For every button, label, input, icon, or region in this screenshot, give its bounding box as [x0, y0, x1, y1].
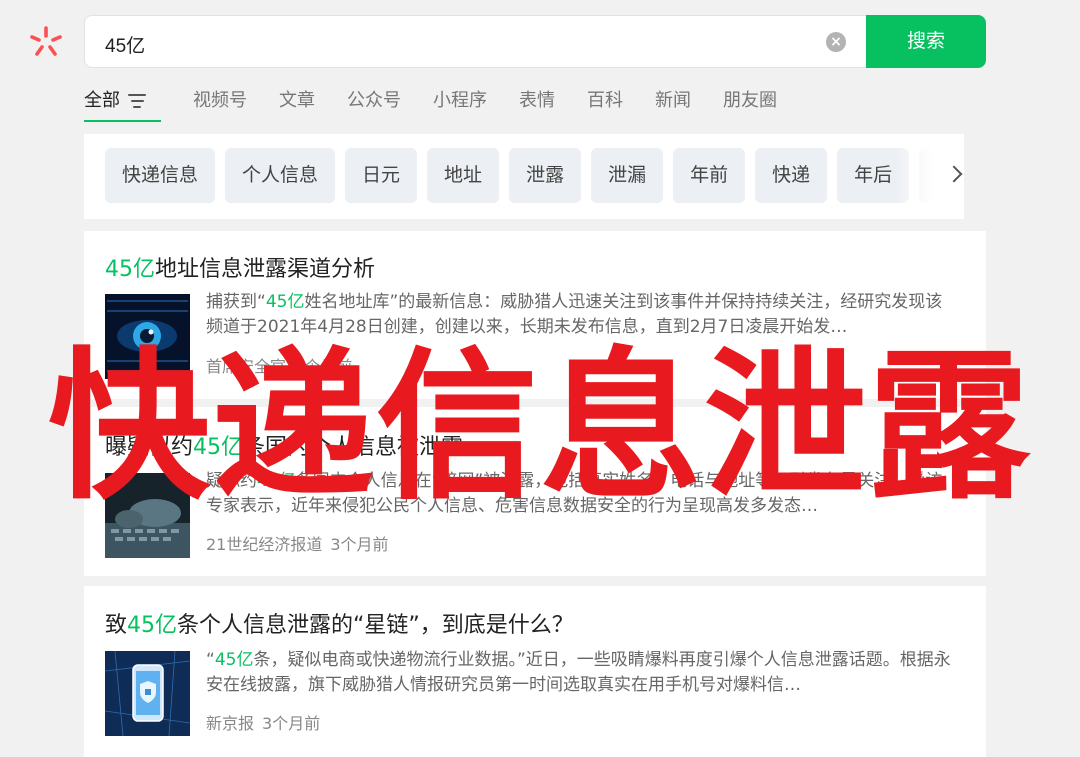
chip[interactable]: 年前: [673, 148, 746, 203]
chip[interactable]: 个人信息: [225, 148, 336, 203]
related-search-chips: 快递信息 个人信息 日元 地址 泄露 泄漏 年前 快递 年后 数: [84, 134, 964, 219]
title-text: 条个人信息泄露的“星链”，到底是什么？: [177, 613, 574, 638]
chip[interactable]: 快递信息: [105, 148, 216, 203]
title-highlight: 45亿: [127, 613, 178, 638]
tab-mini-programs[interactable]: 小程序: [433, 88, 487, 122]
tab-all[interactable]: 全部: [84, 88, 161, 122]
tab-articles[interactable]: 文章: [279, 88, 315, 122]
clear-icon[interactable]: ×: [826, 32, 846, 52]
tab-encyclopedia[interactable]: 百科: [587, 88, 623, 122]
overlay-caption: 快递信息泄露: [48, 334, 1032, 522]
chip[interactable]: 泄露: [509, 148, 582, 203]
snippet-highlight: 45亿: [265, 292, 305, 312]
chip[interactable]: 日元: [345, 148, 418, 203]
result-time: 3个月前: [262, 714, 321, 733]
result-type-tabs: 全部 视频号 文章 公众号 小程序 表情 百科 新闻 朋友圈: [84, 88, 809, 124]
chip[interactable]: 快递: [755, 148, 828, 203]
tab-stickers[interactable]: 表情: [519, 88, 555, 122]
tab-moments[interactable]: 朋友圈: [723, 88, 777, 122]
title-text: 地址信息泄露渠道分析: [155, 257, 376, 282]
filter-icon[interactable]: [128, 94, 146, 108]
result-snippet: “45亿条，疑似电商或快递物流行业数据。”近日，一些吸睛爆料再度引爆个人信息泄露…: [206, 648, 956, 698]
search-button[interactable]: 搜索: [866, 15, 986, 68]
result-snippet: 捕获到“45亿姓名地址库”的最新信息：威胁猎人迅速关注到该事件并保持持续关注，经…: [206, 290, 956, 340]
chip[interactable]: 泄漏: [591, 148, 664, 203]
result-source[interactable]: 新京报: [206, 714, 254, 733]
result-title[interactable]: 45亿地址信息泄露渠道分析: [105, 251, 375, 283]
search-input[interactable]: 45亿 ×: [84, 15, 866, 68]
chip[interactable]: 地址: [427, 148, 500, 203]
tab-news[interactable]: 新闻: [655, 88, 691, 122]
snippet-text: “: [206, 650, 215, 670]
result-meta: 新京报 3个月前: [206, 710, 320, 734]
snippet-text: 条，疑似电商或快递物流行业数据。”近日，一些吸睛爆料再度引爆个人信息泄露话题。根…: [206, 650, 951, 695]
title-text: 致: [105, 613, 128, 638]
result-thumbnail[interactable]: [105, 651, 190, 736]
tab-channels[interactable]: 视频号: [193, 88, 247, 122]
result-meta: 21世纪经济报道 3个月前: [206, 531, 389, 555]
title-highlight: 45亿: [105, 257, 155, 282]
tab-official-accounts[interactable]: 公众号: [347, 88, 401, 122]
wechat-search-logo-icon[interactable]: [28, 24, 64, 60]
search-result[interactable]: 致45亿条个人信息泄露的“星链”，到底是什么？ “45亿条，疑似电商或快递物流行…: [84, 586, 986, 757]
search-query-text: 45亿: [105, 36, 146, 57]
snippet-text: 姓名地址库”的最新信息：威胁猎人迅速关注到该事件并保持持续关注，经研究发现该频道…: [206, 292, 943, 337]
result-title[interactable]: 致45亿条个人信息泄露的“星链”，到底是什么？: [105, 607, 574, 639]
result-source[interactable]: 21世纪经济报道: [206, 535, 322, 554]
result-time: 3个月前: [330, 535, 389, 554]
snippet-highlight: 45亿: [214, 650, 254, 670]
snippet-text: 捕获到“: [206, 292, 266, 312]
tab-label: 全部: [84, 90, 120, 111]
